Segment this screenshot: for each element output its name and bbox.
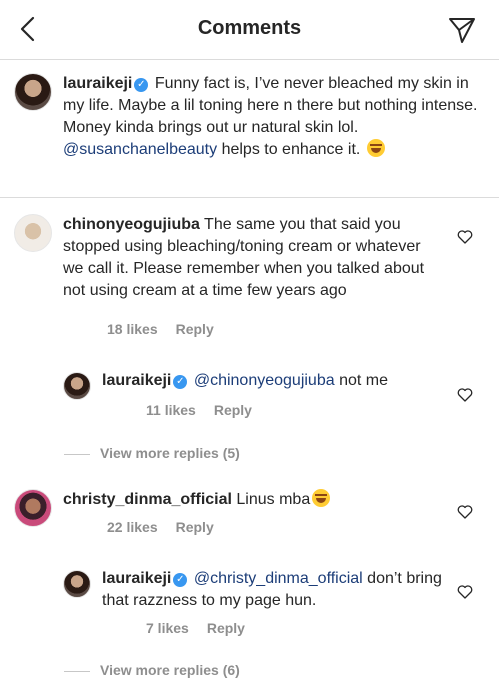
reply-button[interactable]: Reply [176,321,214,337]
paper-plane-icon[interactable] [447,15,477,45]
laughing-emoji-icon [312,489,331,507]
view-more-replies[interactable]: View more replies (6) [64,662,240,678]
avatar[interactable] [14,214,52,252]
likes-count[interactable]: 11 likes [146,402,196,418]
reply-username[interactable]: lauraikeji [102,570,171,587]
avatar[interactable] [63,570,91,598]
divider [64,670,90,672]
avatar[interactable] [63,372,91,400]
avatar[interactable] [14,489,52,527]
comment-username[interactable]: christy_dinma_official [63,491,232,508]
reply-mention[interactable]: @christy_dinma_official [194,570,363,587]
likes-count[interactable]: 18 likes [107,321,158,337]
view-more-label: View more replies (5) [100,445,240,461]
comment-meta: 18 likes Reply [107,321,232,337]
reply-text: lauraikeji ✓ @christy_dinma_official don’… [102,568,442,612]
view-more-replies[interactable]: View more replies (5) [64,445,240,461]
avatar[interactable] [14,73,52,111]
reply-button[interactable]: Reply [176,519,214,535]
caption-body-end: helps to enhance it. [217,141,365,158]
reply-meta: 11 likes Reply [146,402,270,418]
likes-count[interactable]: 7 likes [146,620,189,636]
comment-body: Linus mba [231,491,311,508]
caption-username[interactable]: lauraikeji [63,75,132,92]
verified-badge-icon: ✓ [134,78,149,92]
reply-body: not me [334,372,388,389]
caption-text: lauraikeji ✓ Funny fact is, I’ve never bl… [63,73,483,161]
reply-username[interactable]: lauraikeji [102,372,171,389]
comment-text: chinonyeogujiuba The same you that said … [63,214,443,302]
top-bar: Comments [0,0,499,60]
caption-mention[interactable]: @susanchanelbeauty [63,141,217,158]
reply-button[interactable]: Reply [207,620,245,636]
page-title: Comments [197,17,302,39]
reply-button[interactable]: Reply [214,402,252,418]
likes-count[interactable]: 22 likes [107,519,158,535]
heart-outline-icon[interactable] [457,504,473,520]
comment-text: christy_dinma_official Linus mba [63,489,443,511]
reply-meta: 7 likes Reply [146,620,263,636]
heart-outline-icon[interactable] [457,584,473,600]
verified-badge-icon: ✓ [173,573,188,587]
laughing-emoji-icon [366,139,385,157]
reply-mention[interactable]: @chinonyeogujiuba [194,372,335,389]
comment-username[interactable]: chinonyeogujiuba [63,216,200,233]
comment-meta: 22 likes Reply [107,519,232,535]
divider [64,453,90,455]
heart-outline-icon[interactable] [457,229,473,245]
post-caption: lauraikeji ✓ Funny fact is, I’ve never bl… [0,60,499,198]
heart-outline-icon[interactable] [457,387,473,403]
view-more-label: View more replies (6) [100,662,240,678]
reply-text: lauraikeji ✓ @chinonyeogujiuba not me [102,370,442,392]
verified-badge-icon: ✓ [173,375,188,389]
